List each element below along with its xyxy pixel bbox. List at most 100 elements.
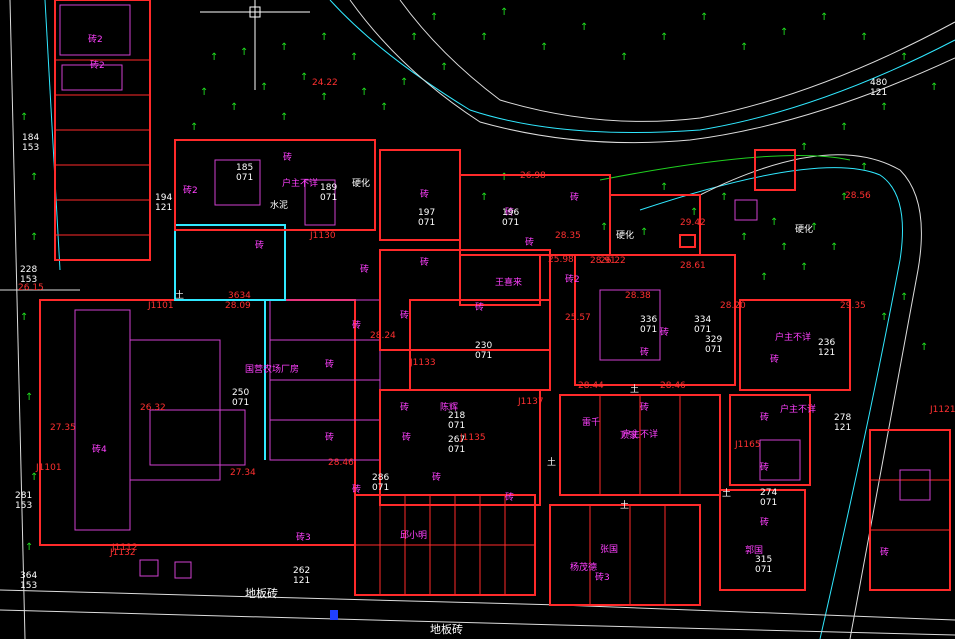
tree-symbol-icon: ↑: [280, 112, 288, 123]
parcel-code: 336: [640, 315, 657, 325]
building-tag: 砖2: [90, 59, 105, 71]
building-tag: 砖4: [92, 443, 107, 455]
tree-symbol-icon: ↑: [930, 82, 938, 93]
tree-symbol-icon: ↑: [30, 172, 38, 183]
building-tag: 砖: [325, 431, 334, 443]
survey-point-id: J1112: [111, 543, 138, 553]
parcel-code: 071: [372, 483, 389, 493]
building-tag: 砖: [525, 236, 534, 248]
tree-symbol-icon: ↑: [780, 27, 788, 38]
canvas-background: [0, 0, 955, 639]
building-tag: 砖: [640, 346, 649, 358]
parcel-code: 218: [448, 411, 465, 421]
tree-symbol-icon: ↑: [920, 342, 928, 353]
building-tag: 砖: [325, 358, 334, 370]
material-label: 硬化: [352, 177, 370, 189]
tree-symbol-icon: ↑: [430, 12, 438, 23]
elevation-value: 26.32: [140, 403, 166, 413]
survey-point-id: J1130: [309, 231, 336, 241]
survey-point-id: J1165: [734, 440, 761, 450]
survey-point-id: J1135: [459, 433, 486, 443]
tree-symbol-icon: ↑: [230, 102, 238, 113]
parcel-code: 071: [760, 498, 777, 508]
building-tag: 砖: [760, 516, 769, 528]
ground-marker: 土: [547, 456, 556, 468]
building-tag: 砖: [352, 483, 361, 495]
elevation-value: 27.34: [230, 468, 256, 478]
parcel-code: 071: [320, 193, 337, 203]
building-tag: 砖: [255, 239, 264, 251]
building-tag: 砖: [400, 309, 409, 321]
tree-symbol-icon: ↑: [780, 242, 788, 253]
owner-label: 雷千: [582, 417, 600, 428]
owner-label: 邱小明: [400, 530, 427, 541]
elevation-value: 28.24: [370, 331, 396, 341]
parcel-code: 189: [320, 183, 337, 193]
building-tag: 砖: [640, 401, 649, 413]
tree-symbol-icon: ↑: [740, 42, 748, 53]
parcel-code: 121: [293, 576, 310, 586]
building-tag: 砖: [570, 191, 579, 203]
parcel-code: 071: [694, 325, 711, 335]
parcel-code: 329: [705, 335, 722, 345]
parcel-code: 153: [15, 501, 32, 511]
tree-symbol-icon: ↑: [300, 72, 308, 83]
survey-point-id: J1121: [929, 405, 955, 415]
elevation-value: 29.35: [840, 301, 866, 311]
parcel-code: 281: [15, 491, 32, 501]
owner-label: 国营农场厂房: [245, 363, 299, 375]
ground-marker: 土: [175, 289, 184, 301]
elevation-value: 26.22: [600, 256, 626, 266]
building-tag: 砖3: [595, 571, 610, 583]
building-tag: 砖: [400, 401, 409, 413]
elevation-value: 29.42: [680, 218, 706, 228]
survey-point-id: J1133: [409, 358, 436, 368]
tree-symbol-icon: ↑: [210, 52, 218, 63]
parcel-code: 071: [755, 565, 772, 575]
tree-symbol-icon: ↑: [480, 192, 488, 203]
parcel-code: 121: [870, 88, 887, 98]
owner-label: 户主不详: [775, 331, 811, 343]
elevation-value: 28.20: [720, 301, 746, 311]
building-tag: 砖: [283, 151, 292, 163]
building-tag: 砖: [880, 546, 889, 558]
survey-point-id: 3634: [228, 291, 251, 301]
elevation-value: 28.44: [578, 381, 604, 391]
building-tag: 砖: [505, 491, 514, 503]
survey-point-id: J1101: [147, 301, 174, 311]
tree-symbol-icon: ↑: [260, 82, 268, 93]
material-label: 硬化: [795, 223, 813, 235]
parcel-code: 315: [755, 555, 772, 565]
building-tag: 砖: [770, 353, 779, 365]
elevation-value: 28.56: [845, 191, 871, 201]
tree-symbol-icon: ↑: [880, 102, 888, 113]
parcel-code: 278: [834, 413, 851, 423]
parcel-code: 121: [834, 423, 851, 433]
building-tag: 砖2: [183, 184, 198, 196]
building-tag: 砖: [402, 431, 411, 443]
elevation-value: 28.09: [225, 301, 251, 311]
tree-symbol-icon: ↑: [280, 42, 288, 53]
building-tag: 砖: [420, 256, 429, 268]
building-tag: 砖3: [296, 531, 311, 543]
ground-marker: 土: [722, 487, 731, 499]
parcel-code: 364: [20, 571, 37, 581]
tree-symbol-icon: ↑: [500, 172, 508, 183]
parcel-code: 236: [818, 338, 835, 348]
road-label: 地板砖: [430, 622, 463, 636]
tree-symbol-icon: ↑: [500, 7, 508, 18]
elevation-value: 27.35: [50, 423, 76, 433]
tree-symbol-icon: ↑: [440, 62, 448, 73]
building-tag: 砖: [760, 411, 769, 423]
owner-label: 户主不详: [282, 177, 318, 189]
parcel-code: 262: [293, 566, 310, 576]
tree-symbol-icon: ↑: [540, 42, 548, 53]
owner-label: 户主不详: [780, 403, 816, 415]
tree-symbol-icon: ↑: [320, 32, 328, 43]
parcel-code: 071: [236, 173, 253, 183]
tree-symbol-icon: ↑: [800, 262, 808, 273]
tree-symbol-icon: ↑: [830, 242, 838, 253]
survey-point-id: J1137: [517, 397, 544, 407]
cad-drawing-canvas[interactable]: ↑ ↑ ↑ ↑ ↑ ↑ ↑ ↑ ↑ ↑ ↑ ↑ ↑ ↑ ↑ ↑ ↑ ↑ ↑ ↑ ↑ ↑ ↑ ↑ ↑ ↑ ↑ ↑ ↑ ↑ ↑ ↑ ↑ ↑ ↑ ↑ ↑ ↑ ↑ ↑…: [0, 0, 955, 639]
tree-symbol-icon: ↑: [820, 12, 828, 23]
